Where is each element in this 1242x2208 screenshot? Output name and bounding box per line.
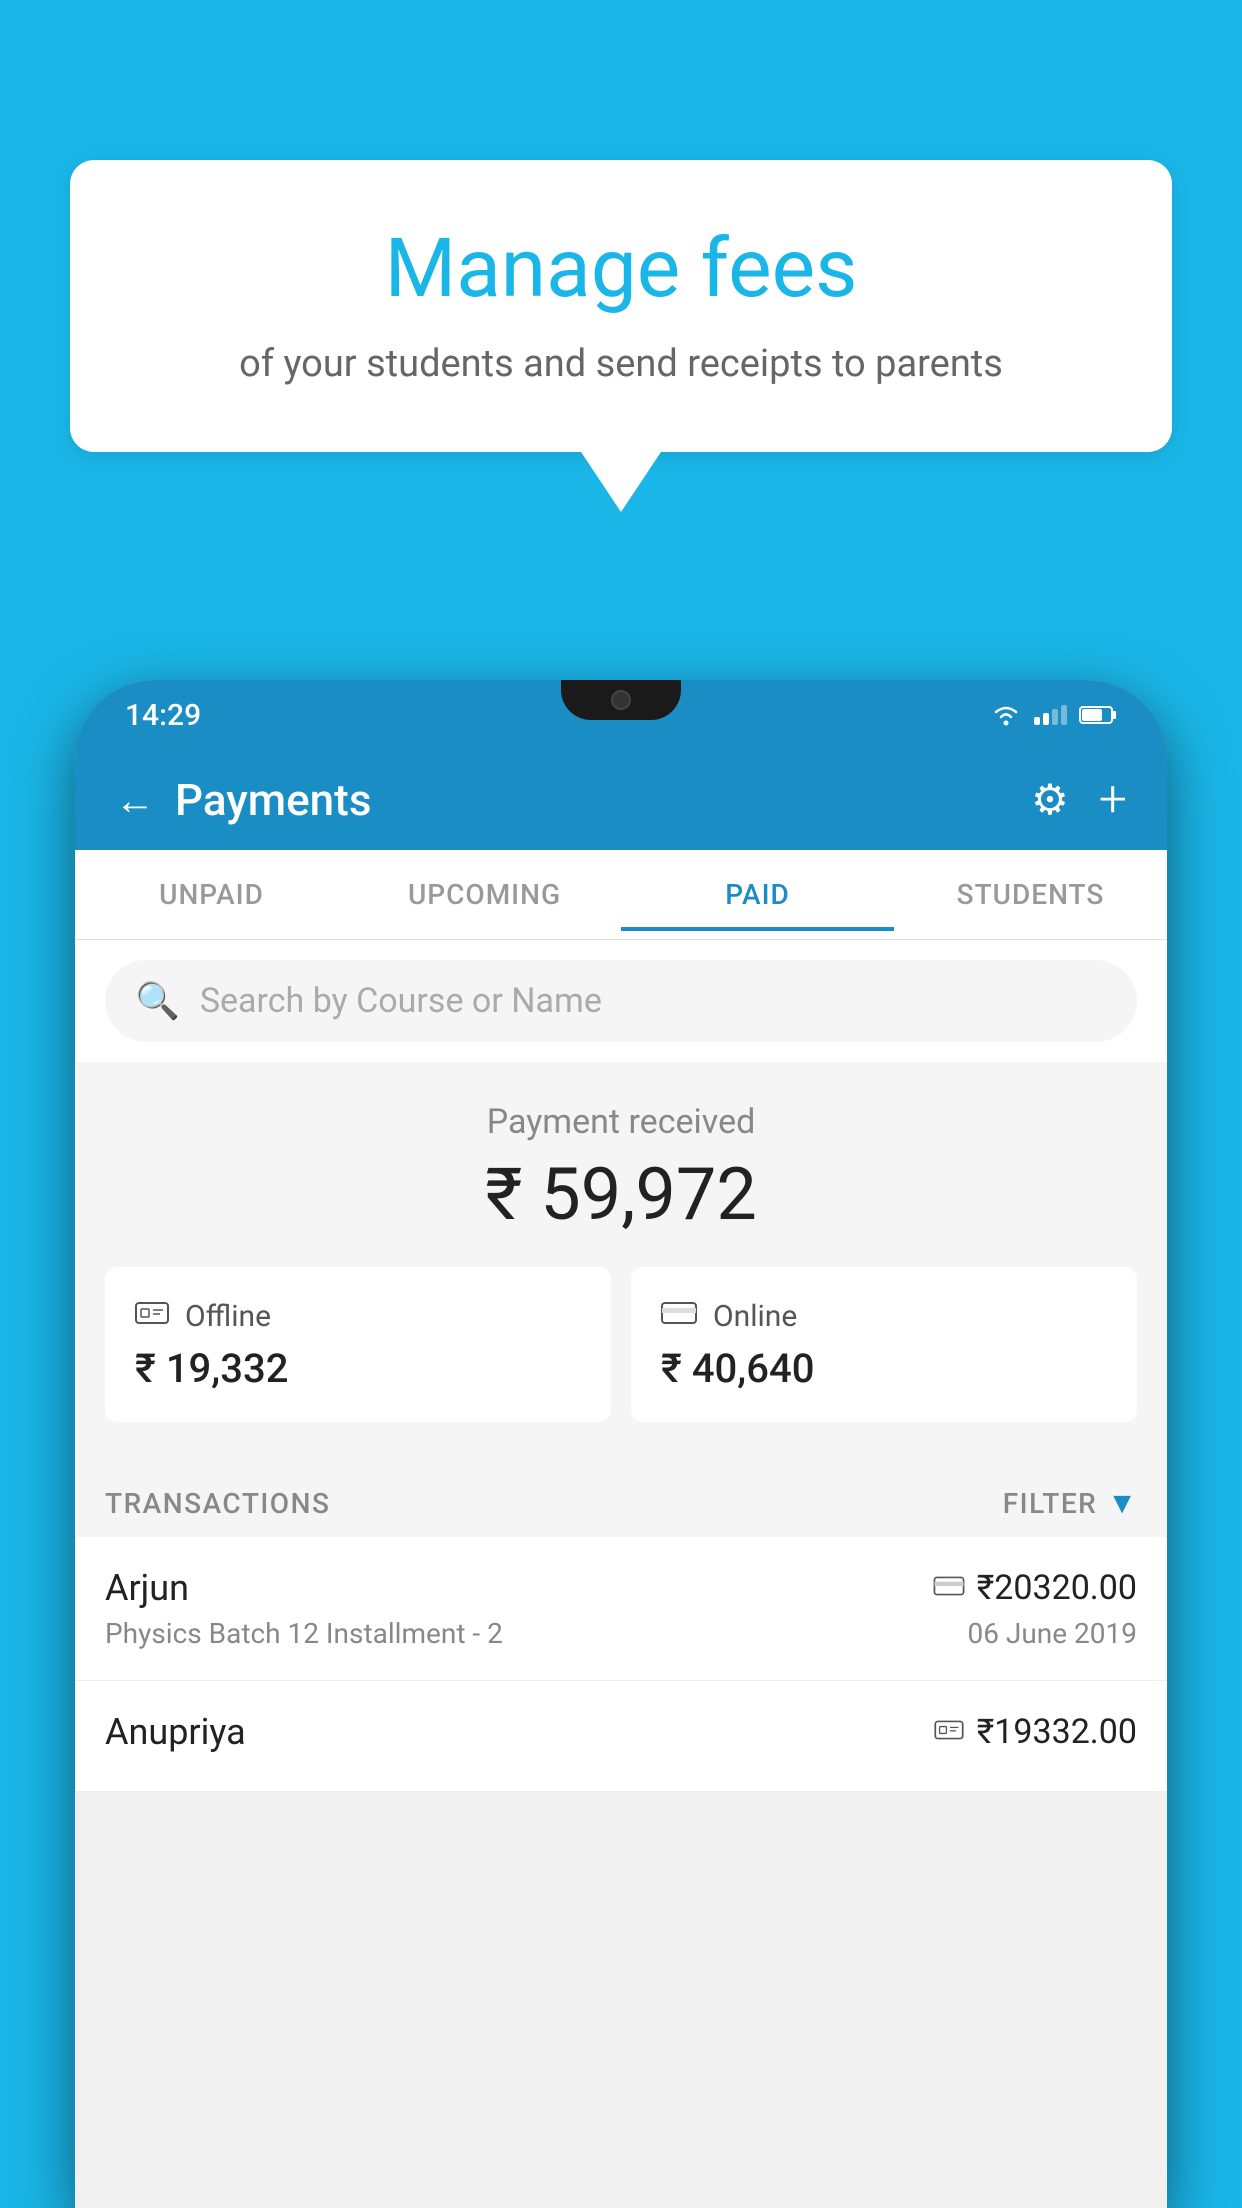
online-type-label: Online (713, 1299, 797, 1334)
transaction-amount: ₹19332.00 (977, 1712, 1137, 1752)
cash-payment-icon (933, 1716, 965, 1749)
transaction-amount-container: ₹20320.00 (933, 1568, 1137, 1608)
speech-bubble-title: Manage fees (150, 220, 1092, 318)
add-icon[interactable]: + (1099, 771, 1127, 829)
phone-frame: 14:29 (75, 680, 1167, 2208)
filter-label: FILTER (1003, 1487, 1098, 1520)
online-card-header: Online (661, 1297, 1107, 1335)
table-row[interactable]: Anupriya ₹19332.00 (75, 1681, 1167, 1792)
app-bar-right: ⚙ + (1031, 771, 1127, 829)
battery-icon (1079, 705, 1117, 725)
transactions-header: TRANSACTIONS FILTER ▼ (75, 1462, 1167, 1537)
card-payment-icon (933, 1572, 965, 1605)
transaction-name: Anupriya (105, 1711, 246, 1753)
speech-bubble: Manage fees of your students and send re… (70, 160, 1172, 452)
tab-upcoming[interactable]: UPCOMING (348, 858, 621, 931)
search-container: 🔍 Search by Course or Name (75, 940, 1167, 1062)
speech-bubble-container: Manage fees of your students and send re… (70, 160, 1172, 512)
back-button[interactable]: ← (115, 777, 155, 824)
notch-camera (611, 690, 631, 710)
signal-bars-icon (1034, 705, 1067, 725)
offline-card-header: Offline (135, 1297, 581, 1335)
tab-unpaid[interactable]: UNPAID (75, 858, 348, 931)
notch (561, 680, 681, 720)
tab-students[interactable]: STUDENTS (894, 858, 1167, 931)
transaction-amount: ₹20320.00 (977, 1568, 1137, 1608)
payment-summary: Payment received ₹ 59,972 (75, 1062, 1167, 1462)
app-bar: ← Payments ⚙ + (75, 750, 1167, 850)
speech-bubble-arrow (581, 452, 661, 512)
search-placeholder: Search by Course or Name (200, 981, 602, 1021)
tab-paid[interactable]: PAID (621, 858, 894, 931)
online-amount: ₹ 40,640 (661, 1345, 1107, 1392)
offline-type-label: Offline (185, 1299, 271, 1334)
transaction-date: 06 June 2019 (967, 1617, 1137, 1650)
transaction-amount-container: ₹19332.00 (933, 1712, 1137, 1752)
tabs-container: UNPAID UPCOMING PAID STUDENTS (75, 850, 1167, 940)
filter-icon: ▼ (1107, 1486, 1137, 1521)
transaction-row-bottom: Physics Batch 12 Installment - 2 06 June… (105, 1617, 1137, 1650)
filter-container[interactable]: FILTER ▼ (1003, 1486, 1137, 1521)
wifi-icon (990, 704, 1022, 726)
transaction-course: Physics Batch 12 Installment - 2 (105, 1617, 503, 1650)
online-payment-icon (661, 1297, 697, 1335)
transactions-label: TRANSACTIONS (105, 1487, 330, 1520)
transaction-name: Arjun (105, 1567, 189, 1609)
app-bar-left: ← Payments (115, 774, 371, 826)
table-row[interactable]: Arjun ₹20320.00 Physics (75, 1537, 1167, 1681)
payment-total-amount: ₹ 59,972 (105, 1152, 1137, 1237)
online-payment-card: Online ₹ 40,640 (631, 1267, 1137, 1422)
status-time: 14:29 (125, 698, 201, 733)
transaction-row-top: Anupriya ₹19332.00 (105, 1711, 1137, 1753)
app-bar-title: Payments (175, 774, 371, 826)
transactions-list: Arjun ₹20320.00 Physics (75, 1537, 1167, 1792)
search-bar[interactable]: 🔍 Search by Course or Name (105, 960, 1137, 1042)
search-icon: 🔍 (135, 980, 180, 1022)
phone-container: 14:29 (75, 680, 1167, 2208)
transaction-row-top: Arjun ₹20320.00 (105, 1567, 1137, 1609)
settings-icon[interactable]: ⚙ (1031, 775, 1069, 825)
status-bar: 14:29 (75, 680, 1167, 750)
offline-payment-icon (135, 1297, 169, 1335)
payment-received-label: Payment received (105, 1102, 1137, 1142)
offline-payment-card: Offline ₹ 19,332 (105, 1267, 611, 1422)
payment-cards: Offline ₹ 19,332 (105, 1267, 1137, 1422)
speech-bubble-subtitle: of your students and send receipts to pa… (150, 338, 1092, 391)
phone-inner: 14:29 (75, 680, 1167, 2208)
status-icons (990, 704, 1117, 726)
offline-amount: ₹ 19,332 (135, 1345, 581, 1392)
